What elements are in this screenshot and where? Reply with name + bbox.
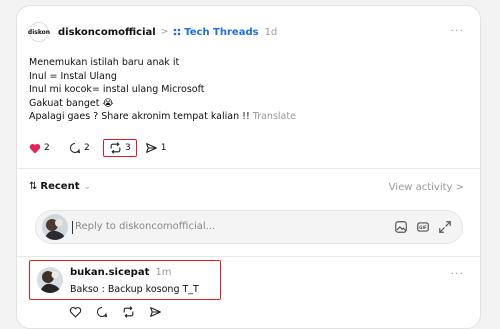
post-time: 1d	[264, 26, 278, 38]
sort-icon: ⇅	[29, 181, 38, 192]
comment-count: 2	[84, 143, 90, 153]
like-button[interactable]: 2	[29, 143, 69, 154]
post-line: Menemukan istilah baru anak it	[29, 57, 180, 68]
send-icon	[145, 142, 161, 154]
avatar[interactable]: diskon	[27, 22, 51, 42]
reply-username[interactable]: bukan.sicepat	[70, 267, 149, 278]
composer-tools: GIF	[394, 220, 452, 234]
reply-header: bukan.sicepat 1m	[70, 267, 171, 278]
post-actions: 2 2 3 1	[29, 139, 166, 157]
reply-input[interactable]: Reply to diskoncomofficial...	[75, 221, 215, 232]
heart-icon[interactable]	[69, 306, 82, 318]
post-line: Inul mi kocok= instal ulang Microsoft	[29, 84, 205, 95]
avatar-text: diskon	[27, 28, 51, 36]
send-icon[interactable]	[149, 306, 162, 318]
reply-more-options-icon[interactable]: ···	[451, 267, 465, 280]
post-line: Inul = Instal Ulang	[29, 70, 117, 82]
post-body: Menemukan istilah baru anak it Inul = In…	[29, 56, 296, 124]
current-user-avatar	[42, 214, 68, 240]
post-username[interactable]: diskoncomofficial	[58, 27, 156, 38]
text-cursor	[72, 221, 73, 234]
like-count: 2	[44, 143, 50, 153]
separator-chevron: >	[160, 27, 169, 37]
translate-link[interactable]: Translate	[253, 111, 296, 122]
divider	[17, 168, 480, 169]
reply-avatar[interactable]	[37, 267, 63, 293]
share-button[interactable]: 1	[145, 142, 167, 154]
reply-composer[interactable]: Reply to diskoncomofficial... GIF	[35, 210, 463, 244]
gif-icon[interactable]: GIF	[416, 220, 430, 234]
topic-icon	[173, 28, 181, 36]
thread-card: diskon diskoncomofficial > Tech Threads …	[16, 5, 481, 329]
divider	[17, 256, 480, 257]
repost-icon[interactable]	[122, 306, 135, 318]
more-options-icon[interactable]: ···	[451, 24, 465, 37]
topic-link[interactable]: Tech Threads	[184, 27, 258, 38]
sort-dropdown[interactable]: ⇅ Recent ⌄	[29, 181, 91, 192]
sort-label: Recent	[40, 181, 80, 192]
chevron-down-icon: ⌄	[83, 181, 92, 192]
repost-count: 3	[125, 143, 131, 153]
post-line: Apalagi gaes ? Share akronim tempat kali…	[29, 111, 250, 122]
post-header: diskon diskoncomofficial > Tech Threads …	[27, 22, 278, 42]
comment-button[interactable]: 2	[69, 142, 103, 154]
view-activity-link[interactable]: View activity >	[389, 182, 464, 193]
svg-text:GIF: GIF	[419, 225, 427, 230]
repost-icon	[109, 142, 125, 154]
reply-item: bukan.sicepat 1m Bakso : Backup kosong T…	[29, 260, 221, 300]
reply-actions	[69, 306, 162, 318]
reply-time: 1m	[155, 267, 172, 278]
share-count: 1	[160, 143, 167, 153]
comment-icon[interactable]	[96, 306, 108, 318]
post-line: Gakuat banget 😭	[29, 97, 114, 109]
repost-button[interactable]: 3	[103, 139, 137, 157]
comment-icon	[69, 142, 84, 154]
reply-text: Bakso : Backup kosong T_T	[70, 284, 199, 295]
heart-filled-icon	[29, 143, 44, 154]
image-icon[interactable]	[394, 220, 408, 234]
expand-icon[interactable]	[438, 220, 452, 234]
